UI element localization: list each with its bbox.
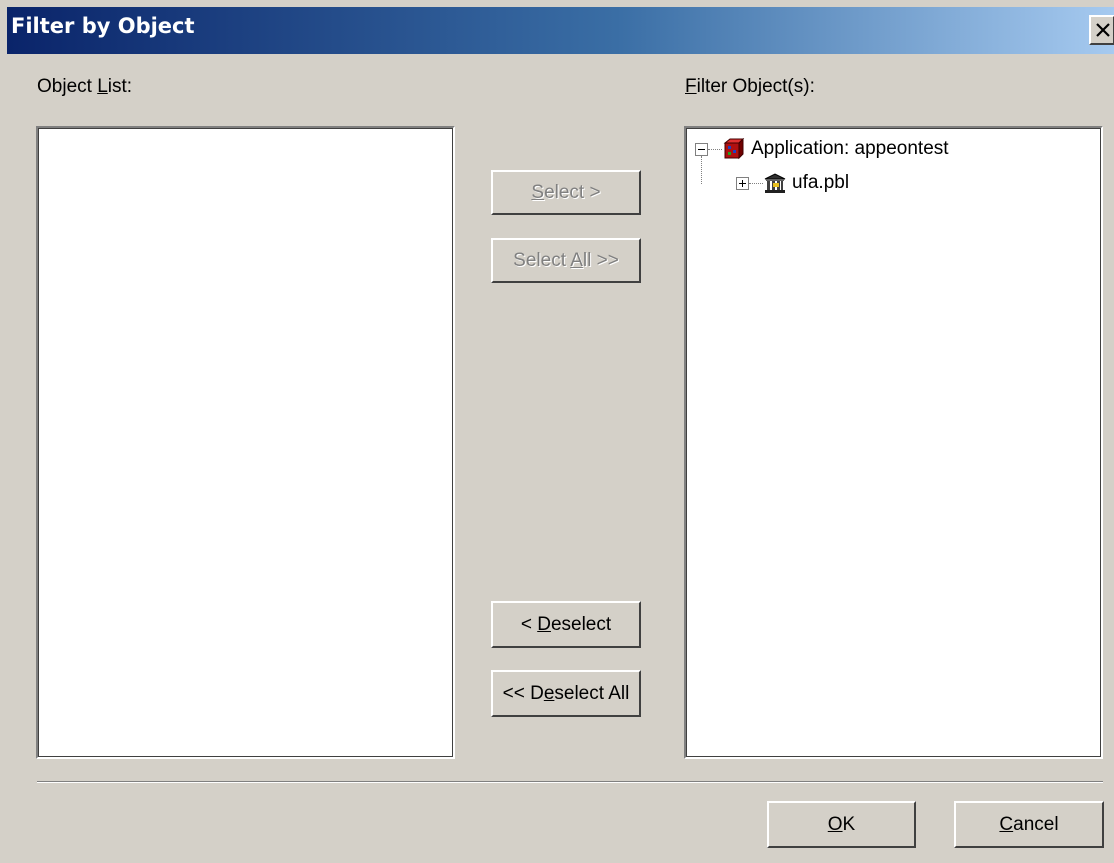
accelerator-key: C bbox=[999, 813, 1014, 835]
tree-node-application[interactable]: Application: appeontest bbox=[695, 136, 949, 162]
accelerator-key: D bbox=[537, 613, 551, 635]
tree-connector bbox=[749, 182, 763, 184]
ok-button[interactable]: OK bbox=[767, 801, 916, 848]
deselect-all-button[interactable]: << Deselect All bbox=[491, 670, 641, 717]
accelerator-key: F bbox=[685, 76, 697, 97]
select-button[interactable]: Select > bbox=[491, 170, 641, 215]
select-all-button[interactable]: Select All >> bbox=[491, 238, 641, 283]
accelerator-key: L bbox=[97, 76, 108, 97]
deselect-button[interactable]: < Deselect bbox=[491, 601, 641, 648]
accelerator-key: e bbox=[543, 682, 555, 704]
cancel-button[interactable]: Cancel bbox=[954, 801, 1104, 848]
dialog-title: Filter by Object bbox=[11, 14, 195, 38]
tree-node-label: ufa.pbl bbox=[792, 172, 850, 193]
tree-node-library[interactable]: ufa.pbl bbox=[736, 170, 849, 196]
close-icon bbox=[1096, 23, 1110, 37]
close-button[interactable] bbox=[1089, 15, 1114, 45]
filter-by-object-dialog: Filter by Object Object List: Filter Obj… bbox=[0, 0, 1114, 863]
expand-icon[interactable] bbox=[736, 176, 749, 190]
separator bbox=[37, 781, 1103, 783]
tree-connector bbox=[708, 148, 722, 150]
object-list-label: Object List: bbox=[37, 76, 133, 97]
accelerator-key: S bbox=[531, 181, 545, 203]
filter-objects-tree[interactable]: Application: appeontest ufa.pbl bbox=[684, 126, 1103, 759]
tree-node-label: Application: appeontest bbox=[751, 138, 949, 159]
library-icon bbox=[764, 173, 786, 193]
accelerator-key: A bbox=[570, 249, 583, 271]
collapse-icon[interactable] bbox=[695, 142, 708, 156]
title-bar[interactable]: Filter by Object bbox=[7, 7, 1114, 54]
application-icon bbox=[723, 138, 745, 160]
filter-objects-label: Filter Object(s): bbox=[685, 76, 815, 97]
accelerator-key: O bbox=[827, 813, 843, 835]
object-list[interactable] bbox=[36, 126, 455, 759]
